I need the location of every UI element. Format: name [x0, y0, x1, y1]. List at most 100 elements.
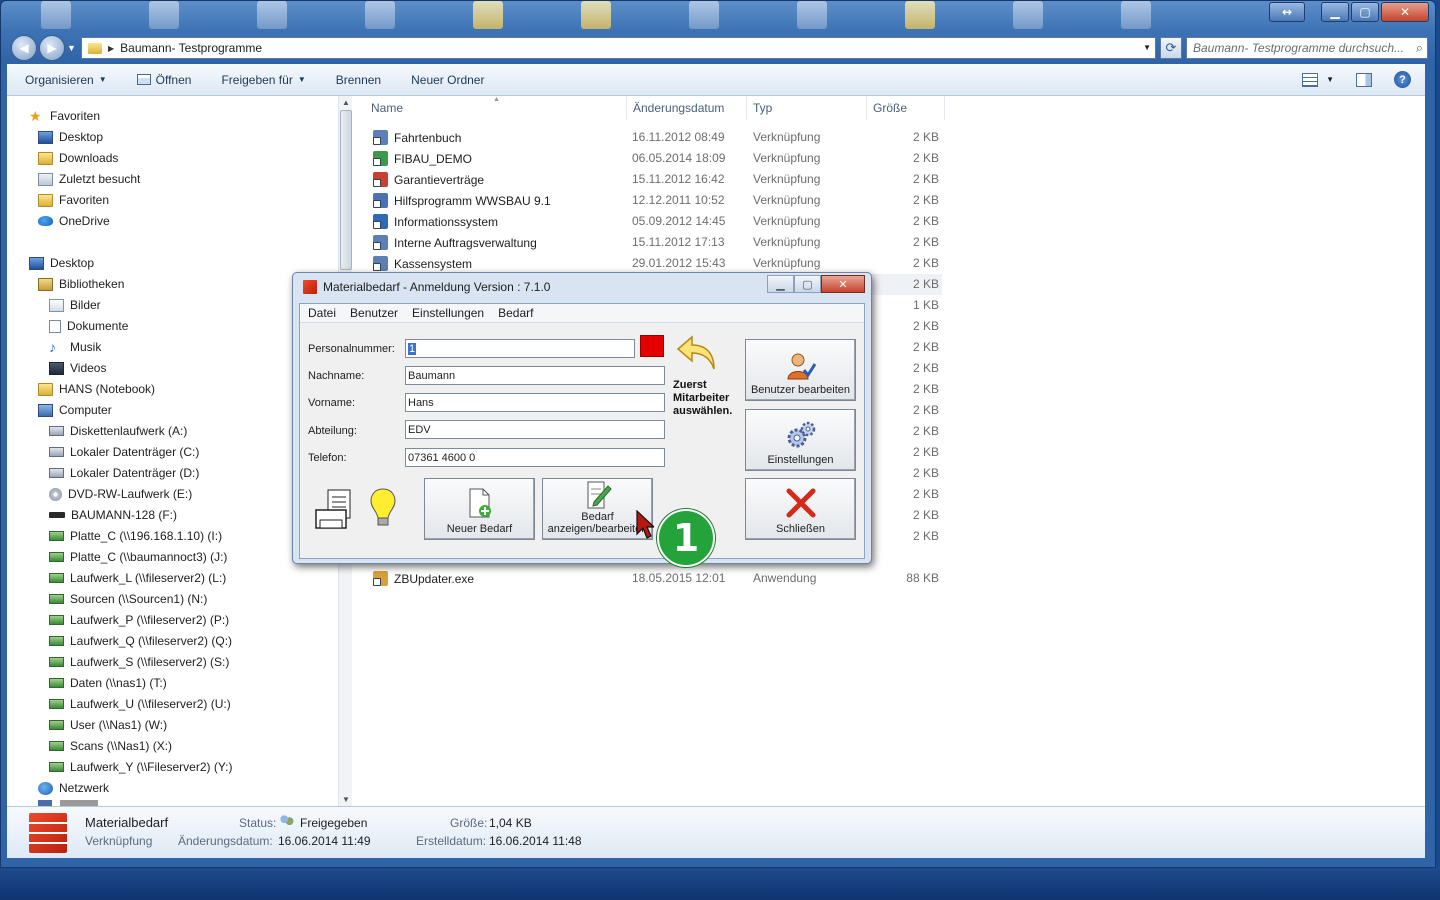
sidebar-item[interactable]: Videos [49, 358, 106, 378]
sidebar-item[interactable]: User (\\Nas1) (W:) [49, 715, 167, 735]
sidebar-item[interactable]: Favoriten [38, 190, 109, 210]
scroll-up-icon[interactable]: ▲ [342, 98, 350, 107]
lightbulb-icon[interactable] [368, 486, 398, 530]
close-button[interactable]: ✕ [821, 275, 865, 293]
chevron-down-icon[interactable]: ▼ [1326, 75, 1334, 84]
neuer-bedarf-button[interactable]: Neuer Bedarf [424, 478, 535, 540]
menu-bedarf[interactable]: Bedarf [498, 306, 533, 320]
sidebar-item-label: Platte_C (\\196.168.1.10) (I:) [70, 529, 223, 543]
organize-menu[interactable]: Organisieren ▼ [25, 73, 107, 87]
benutzer-bearbeiten-button[interactable]: Benutzer bearbeiten [745, 339, 856, 401]
file-row[interactable]: FIBAU_DEMO 06.05.2014 18:09 Verknüpfung 2 K… [367, 148, 942, 169]
sidebar-item[interactable]: HANS (Notebook) [38, 379, 155, 399]
shortcut-icon [373, 571, 388, 586]
sidebar-item[interactable]: Desktop [29, 253, 94, 273]
sidebar-item[interactable]: BAUMANN-128 (F:) [49, 505, 177, 525]
sidebar-item-label: Daten (\\nas1) (T:) [70, 676, 167, 690]
sidebar-item[interactable]: Netzwerk [38, 778, 109, 798]
personalnummer-field[interactable]: 1 [405, 339, 635, 358]
back-arrow-icon[interactable] [676, 333, 720, 375]
file-row[interactable]: Kassensystem 29.01.2012 15:43 Verknüpfung 2… [367, 253, 942, 274]
sidebar-item-label: Desktop [50, 256, 95, 270]
sidebar-item-label: Videos [70, 361, 107, 375]
sidebar-item[interactable]: DVD-RW-Laufwerk (E:) [49, 484, 192, 504]
sidebar-item[interactable]: Lokaler Datenträger (C:) [49, 442, 199, 462]
search-input[interactable]: Baumann- Testprogramme durchsuch... ⌕ [1186, 37, 1428, 59]
minimize-button[interactable]: ▁ [767, 275, 794, 293]
scrollbar-thumb[interactable] [340, 110, 352, 270]
menu-einstellungen[interactable]: Einstellungen [412, 306, 484, 320]
sidebar-item-label: Bilder [70, 298, 101, 312]
sidebar-item[interactable]: Laufwerk_L (\\fileserver2) (L:) [49, 568, 226, 588]
sidebar-item[interactable]: Laufwerk_Y (\\Fileserver2) (Y:) [49, 757, 233, 777]
new-folder-button[interactable]: Neuer Ordner [411, 73, 484, 87]
sidebar-item[interactable]: Laufwerk_S (\\fileserver2) (S:) [49, 652, 229, 672]
file-size: 2 KB [912, 340, 939, 354]
edit-document-icon [587, 481, 612, 509]
sidebar-item[interactable]: Lokaler Datenträger (D:) [49, 463, 199, 483]
schliessen-button[interactable]: Schließen [745, 478, 856, 540]
abteilung-field[interactable]: EDV [405, 420, 665, 439]
sidebar-item[interactable]: Bibliotheken [38, 274, 124, 294]
abteilung-value: EDV [408, 423, 431, 436]
sidebar-item[interactable]: Bilder [49, 295, 101, 315]
sidebar-item[interactable]: OneDrive [38, 211, 110, 231]
breadcrumb[interactable]: Baumann- Testprogramme [120, 41, 262, 55]
refresh-button[interactable]: ⟳ [1160, 37, 1182, 59]
close-button[interactable]: ✕ [1381, 2, 1429, 22]
column-header-type[interactable]: Typ [747, 96, 867, 120]
resize-icon[interactable]: ↔ [1269, 2, 1305, 22]
search-icon[interactable]: ⌕ [1416, 40, 1423, 56]
sidebar-item[interactable]: Daten (\\nas1) (T:) [49, 673, 167, 693]
recent-pages-dropdown[interactable]: ▼ [67, 43, 76, 53]
file-row[interactable]: ZBUpdater.exe 18.05.2015 12:01 Anwendung 88… [367, 568, 942, 589]
sidebar-item[interactable]: ♪ Musik [49, 337, 101, 357]
menu-benutzer[interactable]: Benutzer [350, 306, 398, 320]
file-row[interactable]: Fahrtenbuch 16.11.2012 08:49 Verknüpfung 2 … [367, 127, 942, 148]
maximize-button[interactable]: ▢ [794, 275, 821, 293]
vorname-field[interactable]: Hans [405, 393, 665, 412]
sidebar-item[interactable]: Diskettenlaufwerk (A:) [49, 421, 187, 441]
scroll-down-icon[interactable]: ▼ [342, 795, 350, 804]
sidebar-item[interactable]: Laufwerk_Q (\\fileserver2) (Q:) [49, 631, 232, 651]
sidebar-item[interactable]: Platte_C (\\196.168.1.10) (I:) [49, 526, 222, 546]
file-row[interactable]: Garantieverträge 15.11.2012 16:42 Verknüpf… [367, 169, 942, 190]
sidebar-item[interactable]: ★ Favoriten [29, 106, 100, 126]
sidebar-item[interactable]: Zuletzt besucht [38, 169, 140, 189]
maximize-button[interactable]: ▢ [1351, 2, 1379, 22]
breadcrumb-arrow-icon[interactable]: ▶ [108, 44, 114, 53]
sidebar-item[interactable]: Downloads [38, 148, 118, 168]
file-row[interactable]: Informationssystem 05.09.2012 14:45 Verknü… [367, 211, 942, 232]
address-bar[interactable]: ▶ Baumann- Testprogramme ▼ [81, 37, 1156, 59]
telefon-field[interactable]: 07361 4600 0 [405, 448, 665, 467]
sidebar-item[interactable]: Laufwerk_U (\\fileserver2) (U:) [49, 694, 231, 714]
sidebar-item[interactable]: Scans (\\Nas1) (X:) [49, 736, 172, 756]
help-icon[interactable]: ? [1394, 71, 1411, 88]
column-header-size[interactable]: Größe [867, 96, 945, 120]
open-button[interactable]: Öffnen [136, 73, 191, 87]
file-row[interactable]: Hilfsprogramm WWSBAU 9.1 12.12.2011 10:52… [367, 190, 942, 211]
status-indicator [640, 335, 664, 357]
sidebar-item[interactable]: Desktop [38, 127, 103, 147]
burn-button[interactable]: Brennen [336, 73, 381, 87]
chevron-down-icon[interactable]: ▼ [1143, 43, 1151, 52]
desktop-shortcut-icon [689, 1, 719, 29]
forward-button[interactable]: ▶ [39, 35, 65, 61]
sidebar-item[interactable]: Computer [38, 400, 112, 420]
view-options-icon[interactable] [1302, 72, 1319, 87]
sidebar-item[interactable]: Laufwerk_P (\\fileserver2) (P:) [49, 610, 229, 630]
column-header-date[interactable]: Änderungsdatum [627, 96, 747, 120]
share-menu[interactable]: Freigeben für ▼ [221, 73, 305, 87]
nachname-field[interactable]: Baumann [405, 366, 665, 385]
back-button[interactable]: ◀ [11, 35, 37, 61]
sidebar-item[interactable]: Dokumente [49, 316, 128, 336]
printer-documents-icon[interactable] [314, 488, 356, 532]
einstellungen-button[interactable]: Einstellungen [745, 409, 856, 471]
sidebar-item[interactable]: Platte_C (\\baumannoct3) (J:) [49, 547, 227, 567]
preview-pane-icon[interactable] [1356, 72, 1372, 87]
close-x-icon [786, 488, 815, 518]
file-row[interactable]: Interne Auftragsverwaltung 15.11.2012 17:… [367, 232, 942, 253]
menu-datei[interactable]: Datei [308, 306, 336, 320]
sidebar-item[interactable]: Sourcen (\\Sourcen1) (N:) [49, 589, 207, 609]
minimize-button[interactable]: ▁ [1321, 2, 1349, 22]
